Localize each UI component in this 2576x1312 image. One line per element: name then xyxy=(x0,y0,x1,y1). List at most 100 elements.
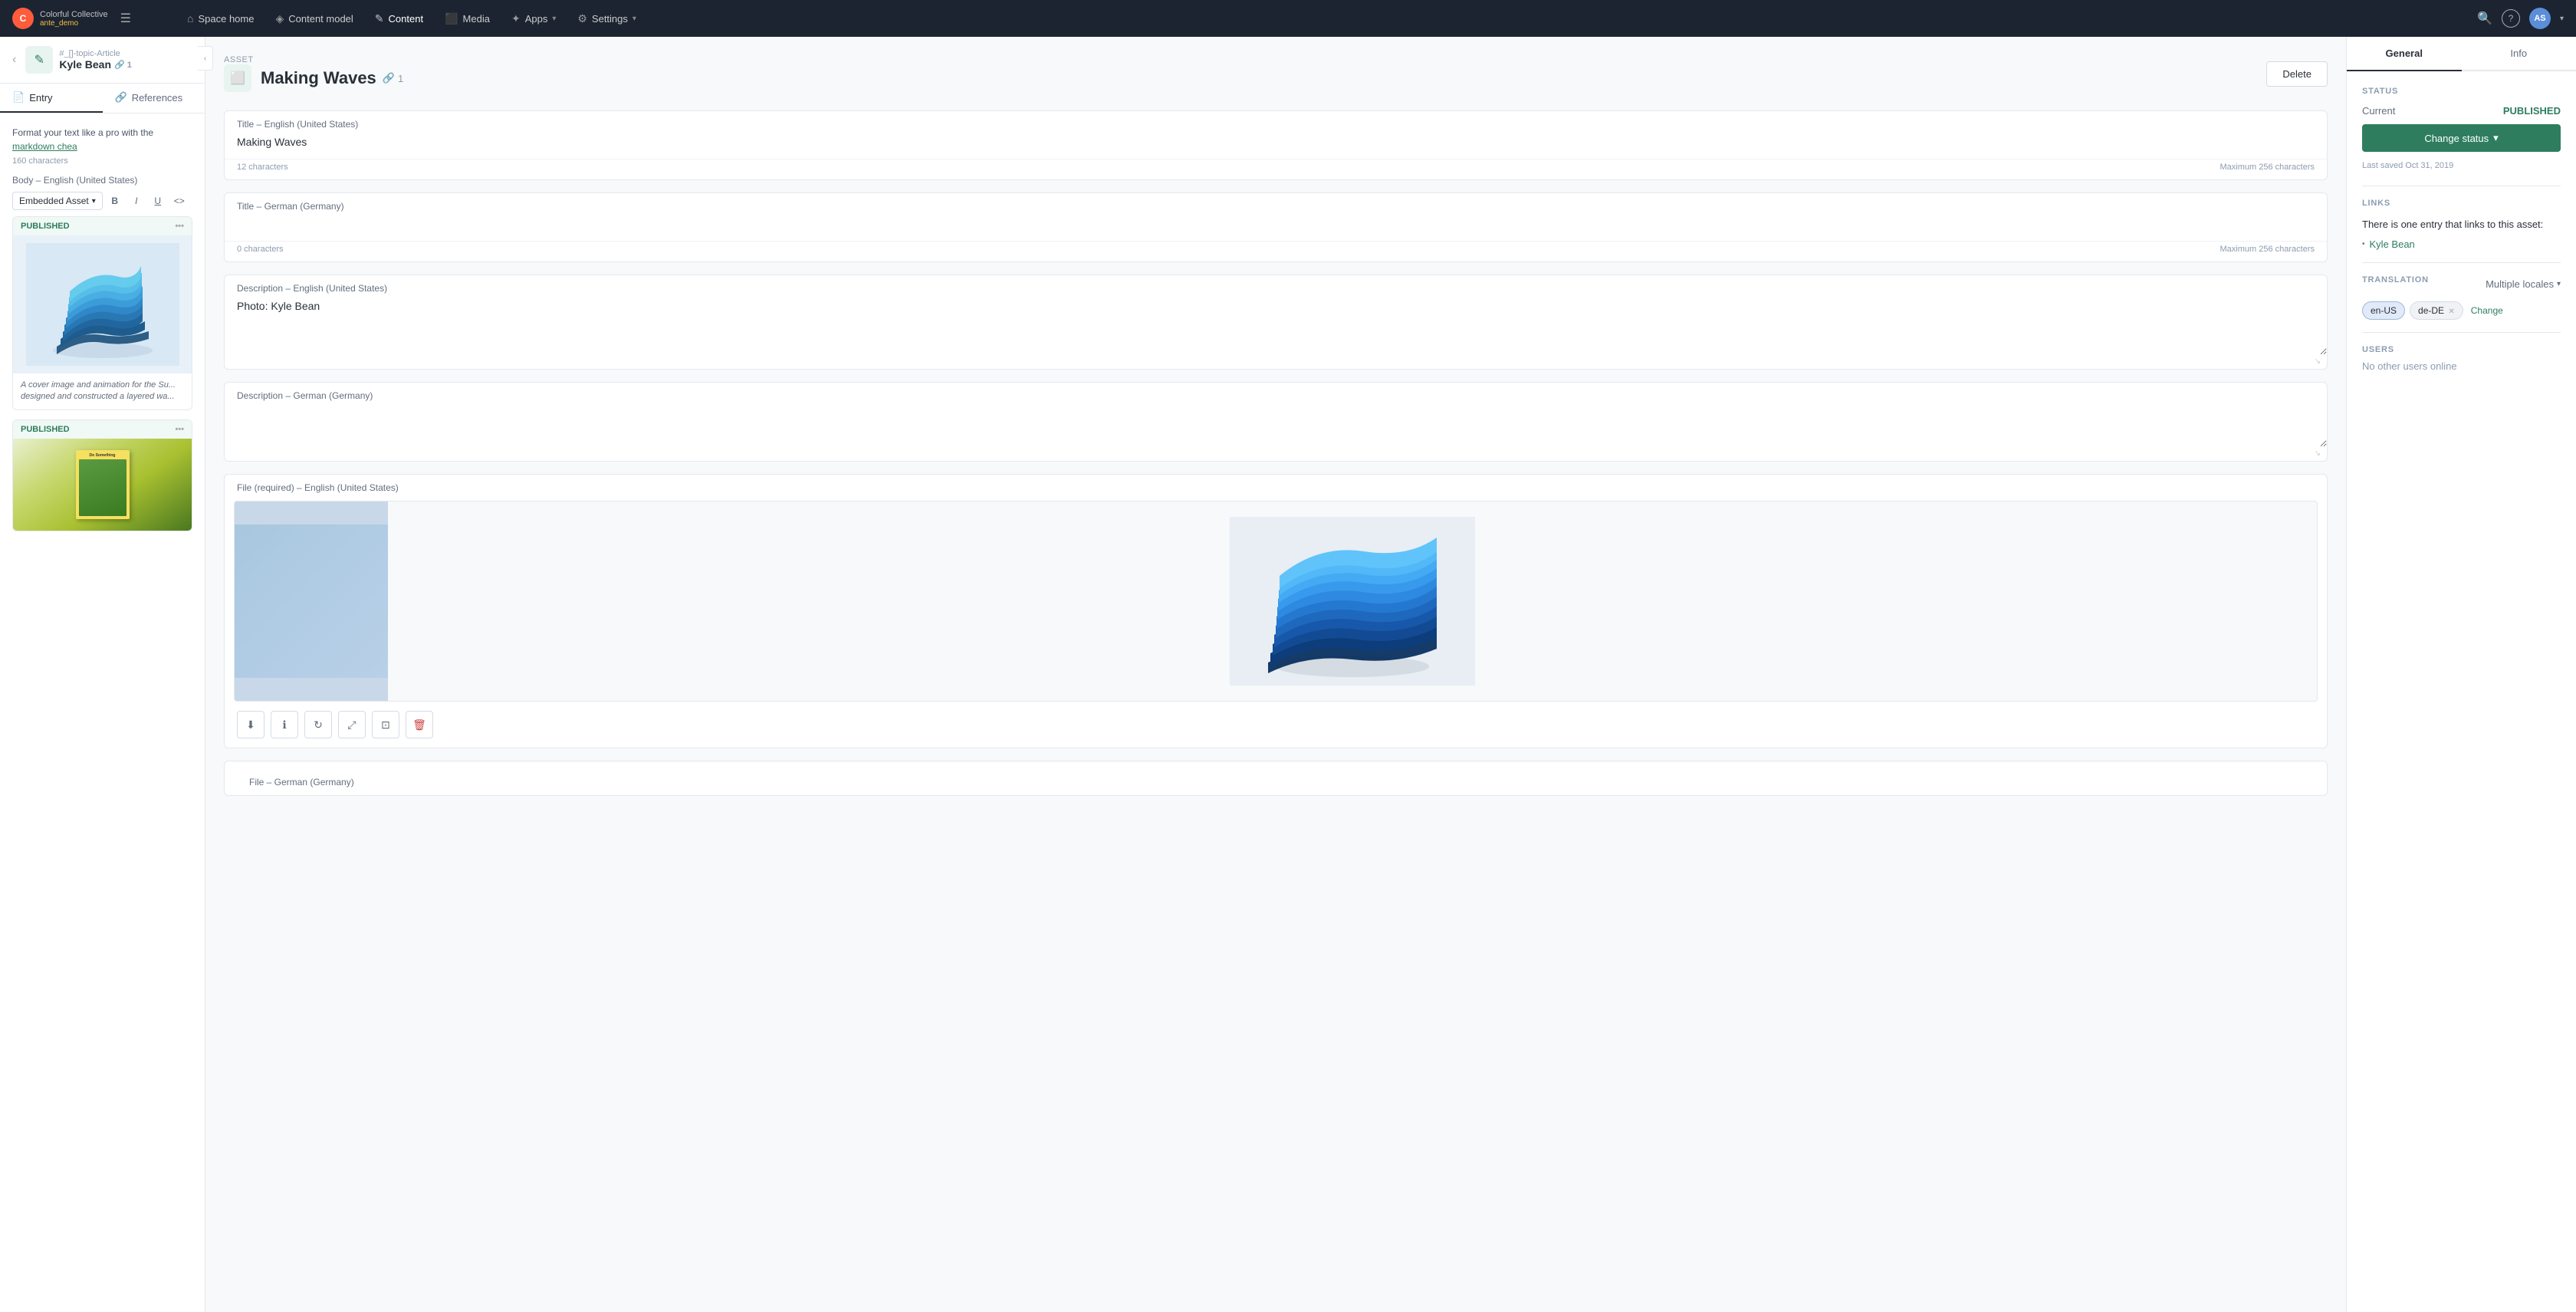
entry-header: ‹ ✎ #_[]-topic-Article Kyle Bean 🔗 1 xyxy=(0,37,205,84)
title-de-field: Title – German (Germany) 0 characters Ma… xyxy=(224,192,2328,262)
media-icon: ⬛ xyxy=(445,12,458,25)
asset-type-icon: ⬜ xyxy=(224,64,251,92)
nav-space-home[interactable]: ⌂ Space home xyxy=(178,8,263,29)
asset-type-label: Asset xyxy=(224,55,403,64)
title-de-max: Maximum 256 characters xyxy=(2220,245,2315,254)
markdown-link[interactable]: markdown chea xyxy=(12,141,77,152)
underline-button[interactable]: U xyxy=(149,192,167,210)
tab-info[interactable]: Info xyxy=(2462,37,2576,71)
title-en-footer: 12 characters Maximum 256 characters xyxy=(225,159,2327,179)
locales-chevron: ▾ xyxy=(2557,280,2561,288)
file-info-button[interactable]: ℹ xyxy=(271,711,298,738)
desc-de-field: Description – German (Germany) ↘ xyxy=(224,382,2328,462)
embedded-card-2-image: Do Something xyxy=(13,439,192,531)
bold-button[interactable]: B xyxy=(106,192,124,210)
links-section-label: LINKS xyxy=(2362,199,2561,208)
title-en-max: Maximum 256 characters xyxy=(2220,163,2315,172)
last-saved-text: Last saved Oct 31, 2019 xyxy=(2362,161,2561,170)
content-model-icon: ◈ xyxy=(275,12,284,25)
file-delete-button[interactable]: 🗑 xyxy=(406,711,433,738)
divider-2 xyxy=(2362,262,2561,263)
nav-settings[interactable]: ⚙ Settings ▾ xyxy=(568,8,646,30)
translation-section-label: TRANSLATION xyxy=(2362,275,2429,284)
desc-en-textarea[interactable]: Photo: Kyle Bean xyxy=(225,294,2327,355)
tab-general[interactable]: General xyxy=(2347,37,2462,71)
hamburger-icon[interactable]: ☰ xyxy=(120,11,131,26)
app-name: ante_demo xyxy=(40,19,108,28)
file-transform-button[interactable]: ⊡ xyxy=(372,711,399,738)
card2-more-icon[interactable]: ••• xyxy=(175,425,184,434)
italic-button[interactable]: I xyxy=(127,192,146,210)
content-icon: ✎ xyxy=(375,12,384,25)
help-button[interactable]: ? xyxy=(2502,9,2520,28)
entry-title: Kyle Bean 🔗 1 xyxy=(59,58,192,71)
embedded-card-2-header: PUBLISHED ••• xyxy=(13,420,192,439)
logo-icon[interactable]: C xyxy=(12,8,34,29)
locale-tags: en-US de-DE ✕ Change xyxy=(2362,301,2561,320)
nav-media[interactable]: ⬛ Media xyxy=(435,8,499,30)
search-icon[interactable]: 🔍 xyxy=(2477,11,2492,26)
markdown-hint: Format your text like a pro with the mar… xyxy=(12,126,192,153)
embedded-card-2: PUBLISHED ••• Do Something xyxy=(12,419,192,531)
apps-icon: ✦ xyxy=(511,12,521,25)
status-row: Current PUBLISHED xyxy=(2362,105,2561,117)
current-label: Current xyxy=(2362,105,2395,117)
nav-apps[interactable]: ✦ Apps ▾ xyxy=(502,8,565,30)
title-en-input[interactable] xyxy=(225,130,2327,156)
file-preview-left xyxy=(235,501,388,701)
code-button[interactable]: <> xyxy=(170,192,189,210)
asset-header-left: Asset ⬜ Making Waves 🔗 1 xyxy=(224,55,403,92)
nav-content-model[interactable]: ◈ Content model xyxy=(266,8,362,30)
change-locales-link[interactable]: Change xyxy=(2471,305,2503,316)
nav-items: ⌂ Space home ◈ Content model ✎ Content ⬛… xyxy=(178,8,2477,30)
file-de-label: File – German (Germany) xyxy=(237,769,2315,788)
file-rotate-button[interactable]: ↻ xyxy=(304,711,332,738)
desc-en-label: Description – English (United States) xyxy=(225,275,2327,294)
entry-doc-icon: 📄 xyxy=(12,91,25,104)
title-de-label: Title – German (Germany) xyxy=(225,193,2327,212)
references-icon: 🔗 xyxy=(115,91,127,104)
char-count-body: 160 characters xyxy=(12,156,192,166)
change-status-chevron: ▾ xyxy=(2493,132,2499,144)
title-de-chars: 0 characters xyxy=(237,245,284,254)
desc-de-textarea[interactable] xyxy=(225,401,2327,447)
file-de-section: File – German (Germany) xyxy=(224,761,2328,796)
magazine-cover: Do Something xyxy=(76,450,130,519)
no-users-text: No other users online xyxy=(2362,360,2561,372)
main-sculpture-svg xyxy=(1230,517,1475,686)
nav-right: 🔍 ? AS ▾ xyxy=(2477,8,2564,29)
locale-en-tag[interactable]: en-US xyxy=(2362,301,2405,320)
delete-button[interactable]: Delete xyxy=(2266,61,2328,87)
avatar-chevron[interactable]: ▾ xyxy=(2560,15,2564,23)
card1-more-icon[interactable]: ••• xyxy=(175,222,184,231)
home-icon: ⌂ xyxy=(187,12,193,25)
title-de-input[interactable] xyxy=(225,212,2327,238)
sidebar-toggle[interactable]: ‹ xyxy=(198,46,213,71)
users-section-label: USERS xyxy=(2362,345,2561,354)
multiple-locales-button[interactable]: Multiple locales ▾ xyxy=(2486,278,2561,290)
tab-entry[interactable]: 📄 Entry xyxy=(0,84,103,113)
back-button[interactable]: ‹ xyxy=(12,53,16,67)
embedded-card-1-header: PUBLISHED ••• xyxy=(13,217,192,235)
desc-de-label: Description – German (Germany) xyxy=(225,383,2327,401)
resize-handle-1: ↘ xyxy=(225,357,2327,369)
file-toolbar: ⬇ ℹ ↻ ⤢ ⊡ 🗑 xyxy=(225,702,2327,748)
locale-de-remove[interactable]: ✕ xyxy=(2448,307,2454,316)
entry-breadcrumb: #_[]-topic-Article xyxy=(59,49,192,58)
tab-references[interactable]: 🔗 References xyxy=(103,84,205,113)
user-avatar[interactable]: AS xyxy=(2529,8,2551,29)
org-name: Colorful Collective xyxy=(40,10,108,19)
locale-de-tag[interactable]: de-DE ✕ xyxy=(2410,301,2463,320)
link-entry-name[interactable]: Kyle Bean xyxy=(2370,238,2415,250)
embedded-asset-dropdown[interactable]: Embedded Asset ▾ xyxy=(12,192,103,210)
embedded-card-1-caption: A cover image and animation for the Su..… xyxy=(13,373,192,409)
sidebar-tabs: 📄 Entry 🔗 References xyxy=(0,84,205,113)
file-en-section: File (required) – English (United States… xyxy=(224,474,2328,748)
change-status-button[interactable]: Change status ▾ xyxy=(2362,124,2561,152)
embedded-card-1-image xyxy=(13,235,192,373)
desc-en-field: Description – English (United States) Ph… xyxy=(224,275,2328,370)
status-value: PUBLISHED xyxy=(2503,105,2561,117)
nav-content[interactable]: ✎ Content xyxy=(366,8,432,30)
file-crop-button[interactable]: ⤢ xyxy=(338,711,366,738)
file-download-button[interactable]: ⬇ xyxy=(237,711,264,738)
